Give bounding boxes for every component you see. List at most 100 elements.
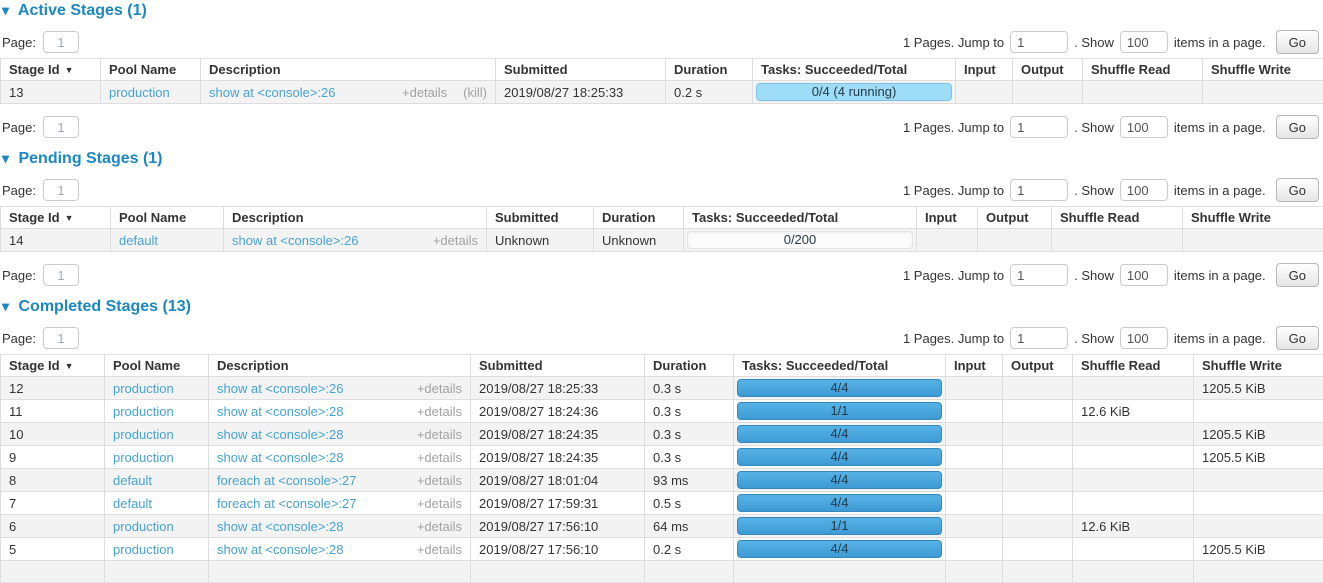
stage-id-cell: 12 [1,377,105,400]
column-header-tasks[interactable]: Tasks: Succeeded/Total [684,207,917,229]
column-header-shuffle-read[interactable]: Shuffle Read [1083,59,1203,81]
show-count-input[interactable] [1120,327,1168,349]
details-toggle[interactable]: +details [417,542,462,557]
description-link[interactable]: foreach at <console>:27 [217,496,357,511]
table-row: 11productionshow at <console>:28+details… [1,400,1323,423]
column-header-stage-id[interactable]: Stage Id▼ [1,355,105,377]
description-link[interactable]: show at <console>:26 [209,85,335,100]
column-header-pool-name[interactable]: Pool Name [101,59,201,81]
pool-name-link[interactable]: production [113,450,174,465]
page-input[interactable] [43,264,79,286]
pool-name-link[interactable]: production [113,404,174,419]
details-toggle[interactable]: +details [402,85,447,100]
column-header-tasks[interactable]: Tasks: Succeeded/Total [734,355,946,377]
tasks-cell: 4/4 [734,492,946,515]
column-header-tasks[interactable]: Tasks: Succeeded/Total [753,59,956,81]
go-button[interactable]: Go [1276,263,1319,287]
column-header-output[interactable]: Output [978,207,1052,229]
details-toggle[interactable]: +details [433,233,478,248]
output-cell [1003,538,1073,561]
show-count-input[interactable] [1120,116,1168,138]
jump-to-input[interactable] [1010,327,1068,349]
pool-name-cell: production [105,400,209,423]
column-header-stage-id[interactable]: Stage Id▼ [1,59,101,81]
column-header-input[interactable]: Input [956,59,1013,81]
show-count-input[interactable] [1120,264,1168,286]
page-input[interactable] [43,327,79,349]
go-button[interactable]: Go [1276,178,1319,202]
tasks-cell: 4/4 [734,446,946,469]
page-input[interactable] [43,31,79,53]
column-header-duration[interactable]: Duration [666,59,753,81]
pool-name-link[interactable]: production [113,519,174,534]
description-cell: show at <console>:28 +details [209,515,471,538]
pool-name-link[interactable]: production [113,381,174,396]
column-header-description[interactable]: Description [209,355,471,377]
jump-to-input[interactable] [1010,31,1068,53]
go-button[interactable]: Go [1276,115,1319,139]
details-toggle[interactable]: +details [417,381,462,396]
section-header-active[interactable]: ▾ Active Stages (1) [2,2,1323,19]
jump-to-input[interactable] [1010,264,1068,286]
collapse-caret-icon: ▾ [2,2,9,18]
column-header-submitted[interactable]: Submitted [471,355,645,377]
pool-name-link[interactable]: default [113,496,152,511]
table-row: 5productionshow at <console>:28+details2… [1,538,1323,561]
description-cell: show at <console>:28 +details [209,400,471,423]
section-header-completed[interactable]: ▾ Completed Stages (13) [2,298,1323,315]
description-link[interactable]: show at <console>:28 [217,404,343,419]
column-header-stage-id[interactable]: Stage Id▼ [1,207,111,229]
column-header-shuffle-write[interactable]: Shuffle Write [1194,355,1323,377]
submitted-cell: 2019/08/27 18:01:04 [471,469,645,492]
description-link[interactable]: show at <console>:28 [217,519,343,534]
column-header-description[interactable]: Description [224,207,487,229]
column-header-pool-name[interactable]: Pool Name [111,207,224,229]
description-link[interactable]: show at <console>:28 [217,542,343,557]
page-input[interactable] [43,116,79,138]
details-toggle[interactable]: +details [417,427,462,442]
column-header-pool-name[interactable]: Pool Name [105,355,209,377]
column-header-shuffle-read[interactable]: Shuffle Read [1052,207,1183,229]
shuffle-read-cell: 12.6 KiB [1073,515,1194,538]
section-header-pending[interactable]: ▾ Pending Stages (1) [2,150,1323,167]
output-cell [1003,561,1073,583]
column-header-shuffle-write[interactable]: Shuffle Write [1203,59,1323,81]
completed-stages-table: Stage Id▼Pool NameDescriptionSubmittedDu… [0,354,1323,583]
page-input[interactable] [43,179,79,201]
pool-name-link[interactable]: production [109,85,170,100]
description-link[interactable]: show at <console>:26 [217,381,343,396]
column-header-submitted[interactable]: Submitted [487,207,594,229]
go-button[interactable]: Go [1276,30,1319,54]
column-header-shuffle-write[interactable]: Shuffle Write [1183,207,1323,229]
column-header-output[interactable]: Output [1013,59,1083,81]
details-toggle[interactable]: +details [417,404,462,419]
shuffle-write-cell: 1205.5 KiB [1194,538,1323,561]
column-header-input[interactable]: Input [946,355,1003,377]
details-toggle[interactable]: +details [417,473,462,488]
show-count-input[interactable] [1120,179,1168,201]
show-count-input[interactable] [1120,31,1168,53]
column-header-output[interactable]: Output [1003,355,1073,377]
column-header-duration[interactable]: Duration [594,207,684,229]
column-header-description[interactable]: Description [201,59,496,81]
details-toggle[interactable]: +details [417,519,462,534]
pool-name-link[interactable]: production [113,427,174,442]
pool-name-link[interactable]: production [113,542,174,557]
go-button[interactable]: Go [1276,326,1319,350]
pool-name-link[interactable]: default [113,473,152,488]
details-toggle[interactable]: +details [417,450,462,465]
column-header-input[interactable]: Input [917,207,978,229]
description-link[interactable]: show at <console>:26 [232,233,358,248]
jump-to-input[interactable] [1010,179,1068,201]
column-header-submitted[interactable]: Submitted [496,59,666,81]
description-link[interactable]: foreach at <console>:27 [217,473,357,488]
pool-name-link[interactable]: default [119,233,158,248]
column-header-shuffle-read[interactable]: Shuffle Read [1073,355,1194,377]
description-link[interactable]: show at <console>:28 [217,450,343,465]
jump-to-input[interactable] [1010,116,1068,138]
details-toggle[interactable]: +details [417,496,462,511]
description-link[interactable]: show at <console>:28 [217,427,343,442]
column-header-duration[interactable]: Duration [645,355,734,377]
input-cell [946,492,1003,515]
kill-link[interactable]: (kill) [463,85,487,100]
